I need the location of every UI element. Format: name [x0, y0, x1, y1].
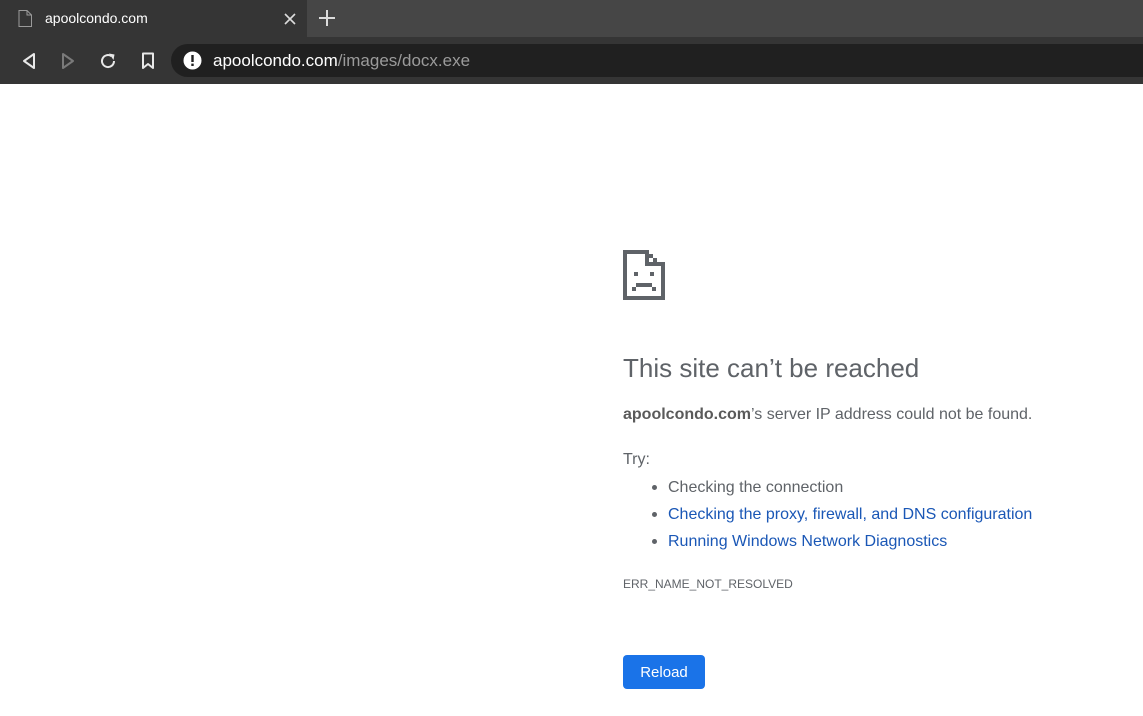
error-summary: apoolcondo.com’s server IP address could…	[623, 405, 1032, 425]
error-summary-text: ’s server IP address could not be found.	[751, 406, 1033, 423]
suggestion-item: Checking the connection	[651, 474, 1032, 501]
suggestion-link-proxy[interactable]: Checking the proxy, firewall, and DNS co…	[668, 506, 1032, 523]
address-bar[interactable]: apoolcondo.com/images/docx.exe	[171, 44, 1143, 77]
url-host: apoolcondo.com	[213, 51, 338, 70]
back-button[interactable]	[17, 49, 41, 73]
tab-active[interactable]: apoolcondo.com	[0, 0, 307, 37]
try-label: Try:	[623, 451, 650, 468]
error-code: ERR_NAME_NOT_RESOLVED	[623, 577, 793, 591]
suggestion-link-diagnostics[interactable]: Running Windows Network Diagnostics	[668, 533, 947, 550]
reload-icon	[101, 53, 116, 69]
url-path: /images/docx.exe	[337, 51, 471, 70]
reload-button[interactable]	[96, 49, 120, 73]
info-icon[interactable]	[183, 51, 202, 70]
error-host: apoolcondo.com	[623, 406, 751, 423]
bookmark-button[interactable]	[136, 49, 160, 73]
suggestion-item: Checking the proxy, firewall, and DNS co…	[651, 501, 1032, 528]
error-heading: This site can’t be reached	[623, 353, 920, 383]
page-icon	[18, 10, 32, 27]
bookmark-icon	[142, 52, 154, 69]
suggestion-item: Running Windows Network Diagnostics	[651, 528, 1032, 555]
plus-icon[interactable]	[318, 9, 336, 27]
url-text[interactable]: apoolcondo.com/images/docx.exe	[213, 51, 470, 70]
forward-icon	[62, 53, 74, 69]
close-icon[interactable]	[282, 11, 298, 27]
suggestion-check-connection: Checking the connection	[668, 479, 844, 496]
tab-strip: apoolcondo.com	[0, 0, 1143, 37]
reload-button-page[interactable]: Reload	[623, 655, 705, 689]
toolbar: apoolcondo.com/images/docx.exe	[0, 37, 1143, 84]
sad-page-icon	[623, 250, 665, 300]
forward-button[interactable]	[56, 49, 80, 73]
suggestion-list: Checking the connection Checking the pro…	[651, 474, 1032, 555]
back-icon	[23, 53, 35, 69]
tab-title: apoolcondo.com	[45, 10, 148, 26]
